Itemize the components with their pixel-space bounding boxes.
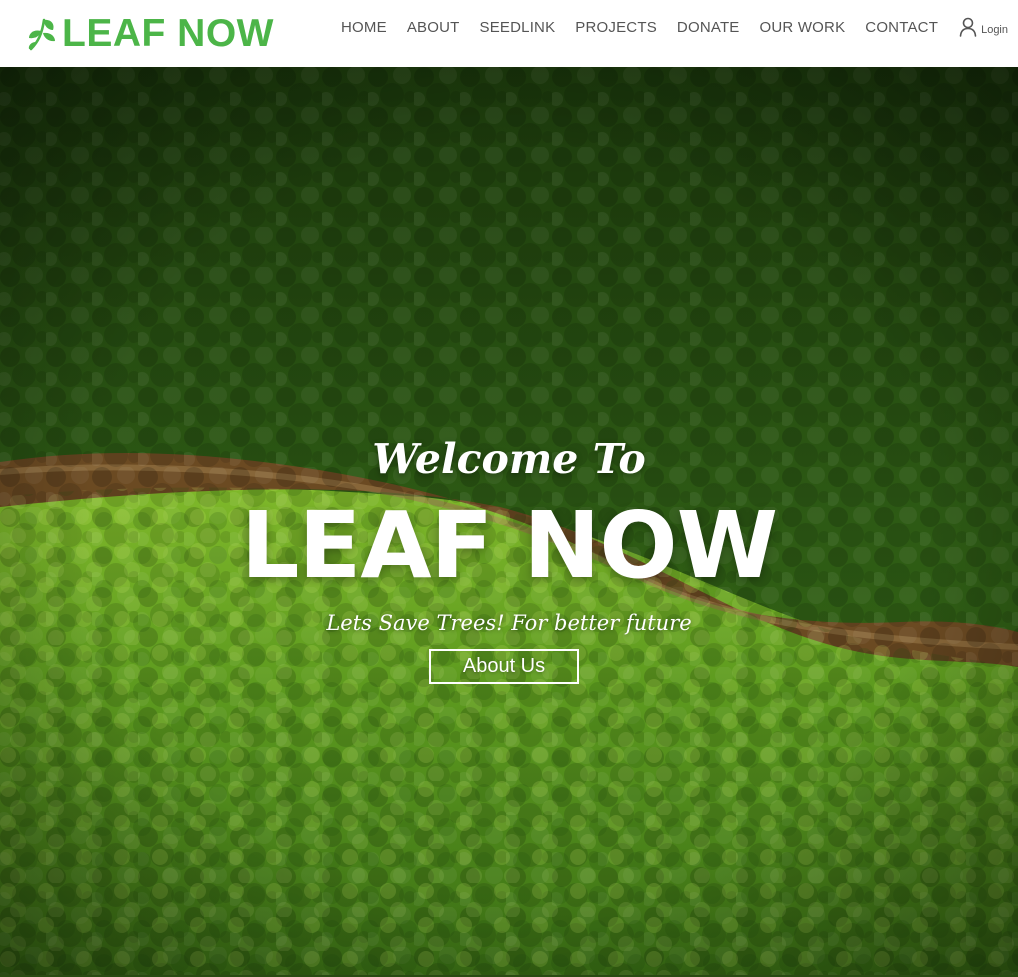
login-label: Login xyxy=(981,24,1008,36)
nav-our-work[interactable]: OUR WORK xyxy=(760,19,846,36)
hero-section: Welcome To LEAF NOW Lets Save Trees! For… xyxy=(0,67,1018,975)
user-icon xyxy=(959,17,977,37)
about-us-button[interactable]: About Us xyxy=(429,649,579,684)
nav-projects[interactable]: PROJECTS xyxy=(575,19,657,36)
hero-content: Welcome To LEAF NOW Lets Save Trees! For… xyxy=(0,67,1018,975)
nav-contact[interactable]: CONTACT xyxy=(865,19,938,36)
nav-donate[interactable]: DONATE xyxy=(677,19,740,36)
login-link[interactable]: Login xyxy=(959,17,1008,37)
hero-tagline: Lets Save Trees! For better future xyxy=(326,611,692,635)
nav-seedlink[interactable]: SEEDLINK xyxy=(480,19,556,36)
site-header: LEAF NOW HOME ABOUT SEEDLINK PROJECTS DO… xyxy=(0,0,1018,67)
nav-home[interactable]: HOME xyxy=(341,19,387,36)
hero-welcome: Welcome To xyxy=(372,435,646,483)
nav-about[interactable]: ABOUT xyxy=(407,19,460,36)
hero-title: LEAF NOW xyxy=(240,492,778,599)
brand-name: LEAF NOW xyxy=(62,12,274,55)
main-nav: HOME ABOUT SEEDLINK PROJECTS DONATE OUR … xyxy=(341,17,1008,37)
leaf-sprout-icon xyxy=(28,18,55,50)
brand-logo[interactable]: LEAF NOW xyxy=(26,14,274,53)
